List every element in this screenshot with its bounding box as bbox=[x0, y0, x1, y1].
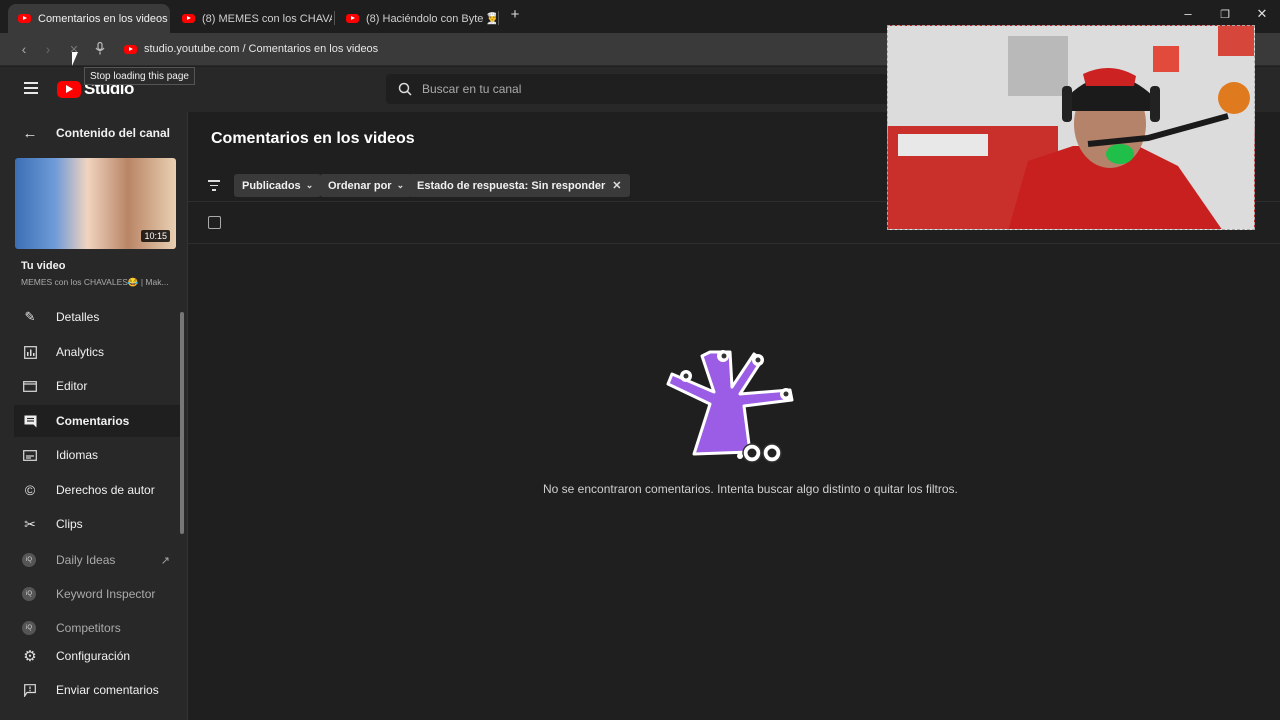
sidebar-item-label: Keyword Inspector bbox=[56, 587, 156, 601]
select-all-checkbox[interactable] bbox=[208, 216, 221, 229]
sidebar-item-label: Detalles bbox=[56, 310, 100, 324]
tab-divider bbox=[498, 11, 499, 25]
subtitles-icon bbox=[22, 447, 38, 463]
published-filter-chip[interactable]: Publicados ⌄ bbox=[234, 174, 322, 197]
gear-icon: ⚙ bbox=[23, 648, 37, 665]
url-text: studio.youtube.com / Comentarios en los … bbox=[144, 43, 379, 55]
sidebar-item-idiomas[interactable]: Idiomas bbox=[14, 439, 180, 471]
response-status-chip[interactable]: Estado de respuesta: Sin responder ✕ bbox=[409, 174, 630, 197]
arrow-left-icon: ← bbox=[22, 124, 38, 142]
sidebar-item-comentarios[interactable]: Comentarios bbox=[14, 405, 180, 437]
webcam-overlay bbox=[887, 25, 1255, 230]
mouse-cursor-icon bbox=[72, 52, 78, 66]
comments-icon bbox=[22, 413, 38, 429]
filter-icon[interactable] bbox=[208, 180, 220, 194]
url-field[interactable]: studio.youtube.com / Comentarios en los … bbox=[124, 43, 378, 55]
youtube-favicon-icon bbox=[18, 14, 31, 23]
back-to-content-link[interactable]: ← Contenido del canal bbox=[14, 117, 180, 149]
video-heading: Tu video bbox=[21, 260, 66, 272]
analytics-icon bbox=[22, 344, 38, 360]
sidebar-item-label: Comentarios bbox=[56, 414, 130, 428]
sidebar-item-label: Analytics bbox=[56, 345, 105, 359]
chip-label: Publicados bbox=[242, 179, 301, 192]
video-title: MEMES con los CHAVALES😂 | Mak... bbox=[21, 277, 169, 287]
sidebar-item-label: Configuración bbox=[56, 649, 131, 663]
sidebar-item-clips[interactable]: ✂ Clips bbox=[14, 508, 180, 540]
search-box[interactable] bbox=[386, 74, 906, 104]
empty-state-illustration bbox=[666, 350, 794, 463]
vidiq-icon: iQ bbox=[22, 621, 36, 635]
minimize-button[interactable]: – bbox=[1178, 6, 1198, 21]
sidebar-item-label: Clips bbox=[56, 517, 83, 531]
sidebar-item-label: Derechos de autor bbox=[56, 483, 155, 497]
sidebar-scrollbar[interactable] bbox=[180, 312, 184, 534]
tab-divider bbox=[334, 11, 335, 25]
youtube-logo-icon bbox=[57, 80, 81, 98]
youtube-favicon-icon bbox=[346, 14, 359, 23]
chip-label: Ordenar por bbox=[328, 179, 392, 192]
sidebar-item-label: Enviar comentarios bbox=[56, 683, 159, 697]
empty-state-message: No se encontraron comentarios. Intenta b… bbox=[543, 482, 958, 496]
close-window-button[interactable]: ✕ bbox=[1252, 6, 1272, 22]
scissors-icon: ✂ bbox=[24, 515, 36, 532]
tab-haciendolo[interactable]: (8) Haciéndolo con Byte 👨‍🍳 | bbox=[336, 4, 496, 33]
sidebar-item-detalles[interactable]: ✎ Detalles bbox=[14, 301, 180, 333]
sidebar-item-keyword-inspector[interactable]: iQ Keyword Inspector bbox=[14, 578, 180, 610]
divider bbox=[188, 243, 1280, 244]
restore-button[interactable]: ❐ bbox=[1215, 8, 1235, 21]
sidebar: ← Contenido del canal 10:15 Tu video MEM… bbox=[0, 112, 188, 720]
tab-comentarios[interactable]: Comentarios en los videos - Y bbox=[8, 4, 170, 33]
video-thumbnail[interactable]: 10:15 bbox=[15, 158, 176, 249]
tab-label: (8) Haciéndolo con Byte 👨‍🍳 | bbox=[366, 13, 496, 25]
back-button[interactable]: ‹ bbox=[16, 41, 32, 57]
sort-filter-chip[interactable]: Ordenar por ⌄ bbox=[320, 174, 413, 197]
feedback-icon bbox=[22, 682, 38, 698]
sidebar-item-enviar-comentarios[interactable]: Enviar comentarios bbox=[14, 674, 180, 706]
tab-label: Comentarios en los videos - Y bbox=[38, 12, 170, 25]
sidebar-item-label: Competitors bbox=[56, 621, 121, 635]
chevron-down-icon: ⌄ bbox=[305, 180, 314, 190]
search-icon bbox=[398, 82, 412, 96]
forward-button[interactable]: › bbox=[40, 41, 56, 57]
sidebar-item-derechos-de-autor[interactable]: © Derechos de autor bbox=[14, 474, 180, 506]
external-link-icon: ↗ bbox=[160, 554, 170, 567]
chevron-down-icon: ⌄ bbox=[396, 180, 405, 190]
sidebar-item-configuracion[interactable]: ⚙ Configuración bbox=[14, 640, 180, 672]
vidiq-icon: iQ bbox=[22, 553, 36, 567]
page-title: Comentarios en los videos bbox=[211, 130, 415, 147]
tooltip: Stop loading this page bbox=[84, 67, 195, 85]
tab-memes[interactable]: (8) MEMES con los CHAVALES bbox=[172, 4, 332, 33]
webcam-person-image bbox=[888, 26, 1254, 229]
youtube-favicon-icon bbox=[182, 14, 195, 23]
sidebar-item-label: Idiomas bbox=[56, 448, 99, 462]
sidebar-item-analytics[interactable]: Analytics bbox=[14, 336, 180, 368]
search-input[interactable] bbox=[422, 82, 822, 96]
tab-label: (8) MEMES con los CHAVALES bbox=[202, 12, 332, 25]
video-duration: 10:15 bbox=[141, 230, 170, 242]
copyright-icon: © bbox=[24, 482, 36, 498]
back-label: Contenido del canal bbox=[56, 126, 171, 140]
chip-label: Estado de respuesta: Sin responder bbox=[417, 179, 606, 192]
sidebar-item-daily-ideas[interactable]: iQ Daily Ideas ↗ bbox=[14, 544, 180, 576]
sidebar-item-label: Daily Ideas bbox=[56, 553, 116, 567]
sidebar-item-label: Editor bbox=[56, 379, 88, 393]
site-favicon-icon bbox=[124, 44, 137, 54]
microphone-icon[interactable] bbox=[92, 41, 108, 58]
new-tab-button[interactable]: + bbox=[505, 6, 525, 23]
sidebar-item-editor[interactable]: Editor bbox=[14, 370, 180, 402]
pencil-icon: ✎ bbox=[24, 309, 36, 324]
menu-icon[interactable] bbox=[24, 82, 38, 94]
editor-icon bbox=[22, 378, 38, 394]
vidiq-icon: iQ bbox=[22, 587, 36, 601]
remove-filter-icon[interactable]: ✕ bbox=[612, 179, 621, 192]
